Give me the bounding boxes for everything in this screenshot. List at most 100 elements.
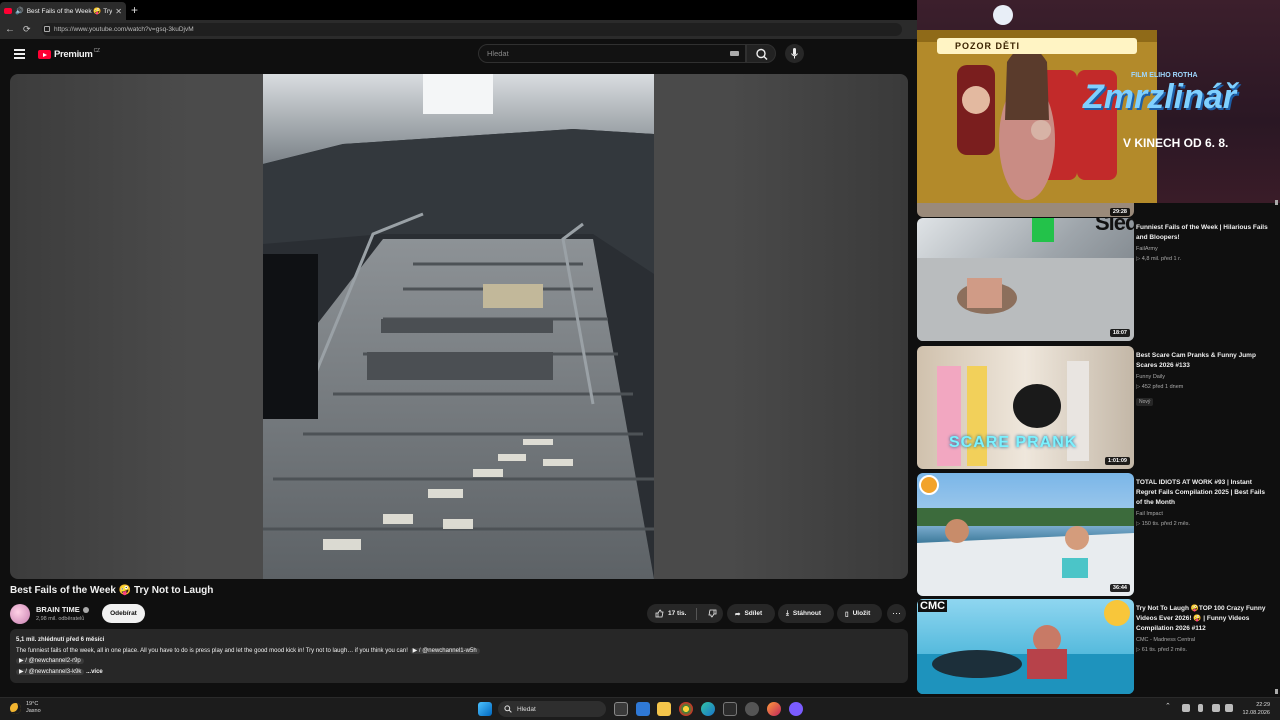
thumbs-up-icon [655, 609, 664, 618]
video-title[interactable]: Best Scare Cam Pranks & Funny Jump Scare… [1136, 351, 1272, 371]
recommended-video-3[interactable]: 36:44 TOTAL IDIOTS AT WORK #93 | Instant… [917, 473, 1280, 596]
video-info: Try Not To Laugh 🤪TOP 100 Crazy Funny Vi… [1136, 604, 1272, 653]
search-button[interactable] [746, 44, 776, 63]
scroll-up-arrow-icon[interactable] [1275, 200, 1278, 205]
channel-name[interactable]: Funny Daily [1136, 374, 1272, 380]
views-text: 150 tis. před 2 měs. [1141, 521, 1191, 527]
channel-link-1[interactable]: ▶ / @newchannel1-w5h [409, 647, 480, 654]
url-field[interactable]: https://www.youtube.com/watch?v=gsq-3kuD… [42, 23, 902, 36]
network-icon[interactable] [1212, 704, 1220, 712]
share-icon: ➦ [735, 610, 741, 618]
settings-icon[interactable] [745, 702, 759, 716]
subscribe-button[interactable]: Odebírat [102, 604, 145, 623]
channel-name[interactable]: Fail Impact [1136, 511, 1272, 517]
tab-title: Best Fails of the Week 🤪 Try [26, 8, 113, 15]
browser-tab[interactable]: 🔊 Best Fails of the Week 🤪 Try ✕ [0, 2, 126, 20]
windows-start-icon[interactable] [478, 702, 492, 716]
more-icon: ⋯ [892, 608, 901, 618]
youtube-logo-icon [38, 50, 51, 59]
thumbnail-art [917, 218, 1134, 341]
channel-name[interactable]: FailArmy [1136, 246, 1272, 252]
download-button[interactable]: ⤓ Stáhnout [778, 604, 834, 623]
save-button[interactable]: ▯ Uložit [837, 604, 882, 623]
description-box[interactable]: 5,1 mil. zhlédnutí před 6 měsíci The fun… [10, 629, 908, 683]
system-clock[interactable]: 22:29 12.08.2026 [1242, 701, 1270, 717]
messenger-icon[interactable] [789, 702, 803, 716]
share-button[interactable]: ➦ Sdílet [727, 604, 775, 623]
windows-taskbar: 19°C Jasno Hledat ⌃ 22:29 12.08.2026 [0, 697, 1280, 720]
back-icon[interactable]: ← [5, 24, 15, 35]
view-count: ▷ 452 před 1 dnem [1136, 384, 1184, 390]
view-count: ▷ 61 tis. před 2 měs. [1136, 647, 1188, 653]
description-line-1: The funniest fails of the week, all in o… [16, 646, 902, 657]
view-count: ▷ 4,8 mil. před 1 r. [1136, 256, 1182, 262]
video-scene-stairs [263, 74, 654, 579]
description-text: The funniest fails of the week, all in o… [16, 647, 408, 654]
ad-banner[interactable]: POZOR DĚTI FILM ELIHO ROTHA Zmrzlinář V … [917, 0, 1280, 203]
microphone-icon[interactable] [1198, 704, 1203, 712]
views-text: 61 tis. před 2 měs. [1141, 647, 1188, 653]
bookmark-icon: ▯ [845, 610, 849, 618]
video-thumbnail[interactable]: CMC [917, 599, 1134, 694]
dislike-button[interactable] [701, 609, 723, 618]
moon-icon [10, 702, 21, 714]
tray-overflow-icon[interactable]: ⌃ [1165, 702, 1173, 710]
channel-link-3[interactable]: ▶ / @newchannel3-k9k [16, 668, 85, 675]
recommended-video-1[interactable]: Sledovat 18:07 Funniest Fails of the Wee… [917, 218, 1280, 341]
microphone-icon [791, 48, 798, 59]
channel-logo-icon [919, 475, 939, 495]
store-icon[interactable] [723, 702, 737, 716]
like-button[interactable]: 17 tis. [647, 607, 697, 620]
thumbnail-art [917, 508, 1134, 596]
new-tab-button[interactable]: + [131, 3, 138, 17]
video-thumbnail[interactable]: 36:44 [917, 473, 1134, 596]
video-duration: 18:07 [1109, 329, 1130, 337]
chrome-icon[interactable] [679, 702, 693, 716]
browser-tab-strip: 🔊 Best Fails of the Week 🤪 Try ✕ + [0, 0, 917, 20]
file-explorer-icon[interactable] [657, 702, 671, 716]
reload-icon[interactable]: ⟳ [23, 24, 31, 35]
video-title[interactable]: TOTAL IDIOTS AT WORK #93 | Instant Regre… [1136, 478, 1272, 508]
video-thumbnail[interactable]: Sledovat 18:07 [917, 218, 1134, 341]
youtube-premium-logo[interactable]: Premium CZ [38, 48, 100, 60]
sidebar-scrollbar[interactable] [1275, 200, 1278, 694]
recommended-video-4[interactable]: CMC Try Not To Laugh 🤪TOP 100 Crazy Funn… [917, 599, 1280, 694]
video-title[interactable]: Try Not To Laugh 🤪TOP 100 Crazy Funny Vi… [1136, 604, 1272, 634]
save-label: Uložit [852, 610, 871, 617]
cloud-icon[interactable] [1182, 704, 1190, 712]
channel-name[interactable]: CMC - Madness Central [1136, 637, 1272, 643]
video-thumbnail[interactable]: SCARE PRANK 1:01:09 [917, 346, 1134, 469]
show-more-link[interactable]: ...více [86, 669, 103, 675]
channel-link-1-text: / @newchannel1-w5h [418, 647, 477, 654]
video-frame[interactable] [263, 74, 654, 579]
temperature: 19°C [26, 701, 39, 707]
mail-app-icon[interactable] [636, 702, 650, 716]
voice-search-button[interactable] [785, 44, 804, 63]
keyboard-icon[interactable] [730, 51, 739, 56]
video-player[interactable] [10, 74, 908, 579]
recommended-video-2[interactable]: SCARE PRANK 1:01:09 Best Scare Cam Prank… [917, 346, 1280, 469]
channel-link-2[interactable]: ▶ / @newchannel2-r9p [16, 658, 84, 664]
taskbar-search[interactable]: Hledat [498, 701, 606, 717]
firefox-icon[interactable] [767, 702, 781, 716]
speaker-icon[interactable]: 🔊 [15, 7, 24, 15]
video-title: Best Fails of the Week 🤪 Try Not to Laug… [10, 585, 214, 596]
channel-name-text: BRAIN TIME [36, 605, 80, 614]
search-input[interactable]: Hledat [478, 44, 746, 63]
thumbs-down-icon [708, 609, 716, 618]
task-view-icon[interactable] [614, 702, 628, 716]
video-info: Best Scare Cam Pranks & Funny Jump Scare… [1136, 351, 1272, 408]
partial-thumbnail[interactable]: 29:28 [917, 203, 1134, 217]
channel-name[interactable]: BRAIN TIME [36, 605, 89, 614]
taskbar-search-text: Hledat [517, 705, 536, 713]
scroll-down-arrow-icon[interactable] [1275, 689, 1278, 694]
volume-icon[interactable] [1225, 704, 1233, 712]
tab-close-icon[interactable]: ✕ [115, 7, 122, 16]
edge-icon[interactable] [701, 702, 715, 716]
weather-widget[interactable]: 19°C Jasno [10, 701, 41, 715]
video-title[interactable]: Funniest Fails of the Week | Hilarious F… [1136, 223, 1272, 243]
overlay-sledovat: Sledovat [1095, 218, 1134, 235]
channel-avatar[interactable] [10, 604, 30, 624]
more-actions-button[interactable]: ⋯ [887, 604, 906, 623]
menu-icon[interactable] [14, 49, 25, 59]
